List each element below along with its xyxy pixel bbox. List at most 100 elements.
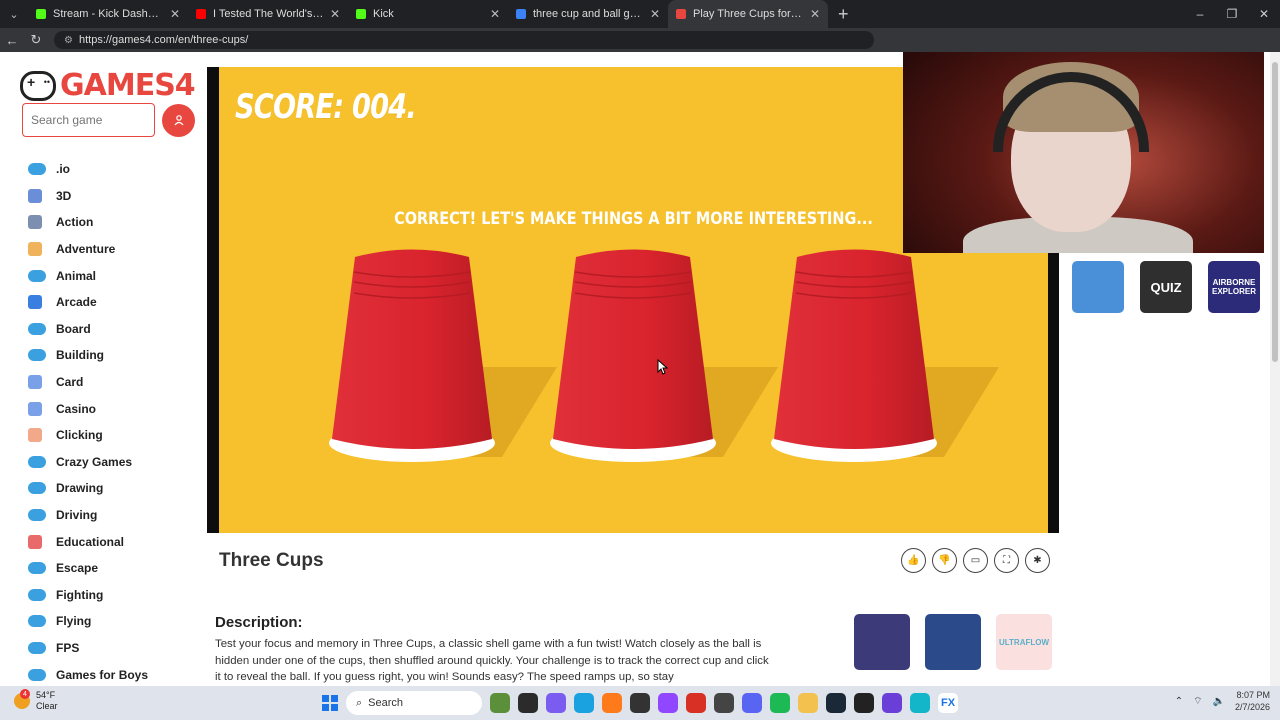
category-label: Action [56,215,94,230]
sidebar-item-category[interactable]: 3D [28,183,148,210]
edge-icon[interactable] [574,693,594,713]
clock[interactable]: 8:07 PM 2/7/2026 [1235,689,1270,713]
tab-close-icon[interactable]: ✕ [170,7,180,21]
spotify-icon[interactable] [770,693,790,713]
category-label: Escape [56,561,99,576]
epic-icon[interactable] [854,693,874,713]
sidebar-item-category[interactable]: Arcade [28,289,148,316]
sidebar-item-category[interactable]: Flying [28,608,148,635]
copilot-icon[interactable] [546,693,566,713]
volume-icon[interactable]: 🔈 [1213,696,1225,707]
weather-widget[interactable]: 4 54°F Clear [14,689,58,712]
pixel-fox-game[interactable] [854,614,910,670]
site-info-icon[interactable]: ⚙ [64,35,73,46]
back-icon[interactable]: ← [0,33,24,48]
tab-close-icon[interactable]: ✕ [490,7,500,21]
comment-icon[interactable]: ▭ [963,548,988,573]
category-label: Clicking [56,428,103,443]
sidebar-item-category[interactable]: Casino [28,395,148,422]
obs-icon[interactable] [630,693,650,713]
app-icon-3[interactable] [910,693,930,713]
taskbar-search[interactable]: ⌕ Search [346,691,482,715]
sidebar-item-category[interactable]: Action [28,209,148,236]
thumbs-down-icon[interactable]: 👎 [932,548,957,573]
category-label: Card [56,375,84,390]
cup[interactable] [771,249,999,463]
gamepad-icon [28,455,46,468]
thumbs-up-icon[interactable]: 👍 [901,548,926,573]
tab-close-icon[interactable]: ✕ [650,7,660,21]
gamepad-icon [28,588,46,601]
related-games-top: QUIZ AIRBORNE EXPLORER [1072,261,1260,313]
file-explorer-icon[interactable] [798,693,818,713]
tab-list-chevron-icon[interactable]: ⌄ [0,0,28,28]
steam-icon[interactable] [826,693,846,713]
dirt-bike-game[interactable] [1072,261,1124,313]
network-icon[interactable]: ⌔ [1193,695,1202,708]
sidebar-item-category[interactable]: Games for Boys [28,661,148,686]
weather-sun-icon: 4 [14,689,30,709]
sidebar-item-category[interactable]: Drawing [28,475,148,502]
window-controls: – ❐ ✕ [1184,0,1280,28]
fullscreen-icon[interactable]: ⛶ [994,548,1019,573]
firefox-icon[interactable] [602,693,622,713]
sidebar-item-category[interactable]: Escape [28,555,148,582]
site-logo[interactable]: GAMES4 [20,68,196,103]
sidebar-item-category[interactable]: Card [28,369,148,396]
sidebar-item-category[interactable]: Fighting [28,582,148,609]
start-icon[interactable] [322,695,338,711]
app-icon-2[interactable] [882,693,902,713]
tab-close-icon[interactable]: ✕ [330,7,340,21]
moto-racing-game[interactable] [925,614,981,670]
sidebar-item-category[interactable]: Adventure [28,236,148,263]
scrollbar-thumb[interactable] [1272,62,1278,362]
tab-close-icon[interactable]: ✕ [810,7,820,21]
fx-icon[interactable]: FX [938,693,958,713]
browser-tab[interactable]: three cup and ball game - Search ✕ [508,0,668,28]
discord-icon[interactable] [742,693,762,713]
browser-tab[interactable]: Kick ✕ [348,0,508,28]
browser-tab[interactable]: Stream - Kick Dashboard ✕ [28,0,188,28]
user-icon[interactable] [162,103,195,137]
sidebar-item-category[interactable]: Crazy Games [28,449,148,476]
cup[interactable] [550,249,778,463]
sidebar-item-category[interactable]: Driving [28,502,148,529]
tray-chevron-icon[interactable]: ⌃ [1175,696,1183,707]
search-input[interactable] [22,103,155,137]
sidebar-item-category[interactable]: Building [28,342,148,369]
category-label: Games for Boys [56,667,149,682]
maximize-icon[interactable]: ❐ [1216,0,1248,28]
sidebar-item-category[interactable]: Clicking [28,422,148,449]
browser-tab-bar: ⌄ Stream - Kick Dashboard ✕ I Tested The… [0,0,1280,28]
url-field[interactable]: ⚙ https://games4.com/en/three-cups/ [54,31,874,49]
new-tab-button[interactable]: + [828,4,859,25]
browser-tab[interactable]: Play Three Cups for Free ✕ [668,0,828,28]
gamepad-icon [28,509,46,522]
reload-icon[interactable]: ↻ [24,32,48,48]
sidebar-item-category[interactable]: .io [28,156,148,183]
mouse-cursor-icon [657,359,669,375]
page-scrollbar[interactable] [1270,52,1280,686]
sidebar-item-category[interactable]: Animal [28,262,148,289]
terminal-icon[interactable] [518,693,538,713]
task-view-icon[interactable] [490,693,510,713]
minimize-icon[interactable]: – [1184,0,1216,28]
twitch-icon[interactable] [658,693,678,713]
sidebar-item-category[interactable]: Board [28,316,148,343]
category-label: Drawing [56,481,104,496]
cup[interactable] [329,249,557,463]
browser-tab[interactable]: I Tested The World's Smartest Ape ✕ [188,0,348,28]
close-window-icon[interactable]: ✕ [1248,0,1280,28]
sidebar-item-category[interactable]: FPS [28,635,148,662]
quiz-game[interactable]: QUIZ [1140,261,1192,313]
category-label: 3D [56,188,72,203]
ultraflow-game[interactable]: ULTRAFLOW [996,614,1052,670]
app-icon[interactable] [686,693,706,713]
gamepad-icon [28,562,46,575]
itunes-icon[interactable] [714,693,734,713]
thumb-label: QUIZ [1150,279,1182,295]
airborne-explorer-game[interactable]: AIRBORNE EXPLORER [1208,261,1260,313]
sidebar-item-category[interactable]: Educational [28,528,148,555]
bug-icon[interactable]: ✱ [1025,548,1050,573]
gamepad-icon [28,349,46,362]
